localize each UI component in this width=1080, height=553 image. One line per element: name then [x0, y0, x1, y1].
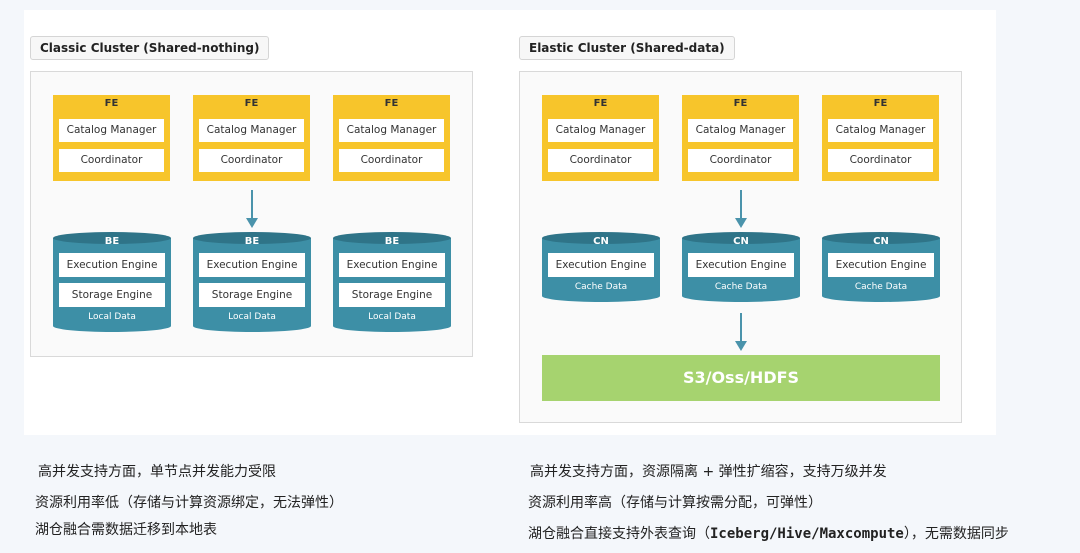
note-right-3-highlight: Iceberg/Hive/Maxcompute	[710, 526, 904, 542]
be-node: BE Execution Engine Storage Engine Local Da…	[333, 232, 451, 332]
note-right-2: 资源利用率高（存储与计算按需分配，可弹性）	[528, 495, 822, 511]
catalog-manager-box: Catalog Manager	[828, 119, 933, 142]
be-data-label: Local Data	[228, 312, 276, 322]
cn-data-label: Cache Data	[714, 282, 768, 292]
catalog-manager-box: Catalog Manager	[339, 119, 444, 142]
fe-node-label: FE	[384, 98, 399, 109]
fe-node-label: FE	[593, 98, 608, 109]
execution-engine-box: Execution Engine	[548, 253, 654, 277]
coordinator-box: Coordinator	[548, 149, 653, 172]
cn-node: CN Execution Engine Cache Data	[822, 232, 940, 302]
storage-engine-box: Storage Engine	[339, 283, 445, 307]
fe-node: FE Catalog Manager Coordinator	[542, 95, 659, 181]
note-right-3-prefix: 湖仓融合直接支持外表查询（	[528, 526, 710, 542]
cn-node-label: CN	[593, 236, 609, 247]
fe-node-label: FE	[104, 98, 119, 109]
execution-engine-box: Execution Engine	[828, 253, 934, 277]
fe-node-label: FE	[244, 98, 259, 109]
execution-engine-box: Execution Engine	[339, 253, 445, 277]
fe-node: FE Catalog Manager Coordinator	[53, 95, 170, 181]
coordinator-box: Coordinator	[828, 149, 933, 172]
fe-node: FE Catalog Manager Coordinator	[822, 95, 939, 181]
note-right-1: 高并发支持方面，资源隔离 + 弹性扩缩容，支持万级并发	[530, 464, 887, 480]
architecture-diagram: Classic Cluster (Shared-nothing) Elastic…	[0, 0, 1080, 553]
coordinator-box: Coordinator	[59, 149, 164, 172]
fe-node: FE Catalog Manager Coordinator	[193, 95, 310, 181]
execution-engine-box: Execution Engine	[59, 253, 165, 277]
fe-node: FE Catalog Manager Coordinator	[333, 95, 450, 181]
fe-node-label: FE	[873, 98, 888, 109]
cn-node-label: CN	[733, 236, 749, 247]
storage-engine-box: Storage Engine	[199, 283, 305, 307]
note-left-1: 高并发支持方面，单节点并发能力受限	[38, 464, 276, 480]
classic-cluster-title: Classic Cluster (Shared-nothing)	[30, 36, 270, 60]
coordinator-box: Coordinator	[688, 149, 793, 172]
be-data-label: Local Data	[368, 312, 416, 322]
coordinator-box: Coordinator	[339, 149, 444, 172]
be-data-label: Local Data	[88, 312, 136, 322]
execution-engine-box: Execution Engine	[688, 253, 794, 277]
catalog-manager-box: Catalog Manager	[199, 119, 304, 142]
shared-storage-box: S3/Oss/HDFS	[542, 355, 940, 401]
be-node: BE Execution Engine Storage Engine Local Da…	[193, 232, 311, 332]
be-node-label: BE	[104, 236, 120, 247]
coordinator-box: Coordinator	[199, 149, 304, 172]
cn-node: CN Execution Engine Cache Data	[682, 232, 800, 302]
note-right-3: 湖仓融合直接支持外表查询（Iceberg/Hive/Maxcompute），无需…	[528, 523, 1009, 543]
be-node-label: BE	[384, 236, 400, 247]
down-arrow-icon	[735, 313, 747, 351]
execution-engine-box: Execution Engine	[199, 253, 305, 277]
be-node-label: BE	[244, 236, 260, 247]
fe-node: FE Catalog Manager Coordinator	[682, 95, 799, 181]
note-right-3-suffix: ），无需数据同步	[903, 526, 1009, 542]
be-node: BE Execution Engine Storage Engine Local Da…	[53, 232, 171, 332]
cn-data-label: Cache Data	[854, 282, 908, 292]
down-arrow-icon	[246, 190, 258, 228]
note-left-3: 湖仓融合需数据迁移到本地表	[35, 522, 217, 538]
fe-node-label: FE	[733, 98, 748, 109]
catalog-manager-box: Catalog Manager	[548, 119, 653, 142]
catalog-manager-box: Catalog Manager	[59, 119, 164, 142]
cn-node: CN Execution Engine Cache Data	[542, 232, 660, 302]
note-left-2: 资源利用率低（存储与计算资源绑定，无法弹性）	[35, 495, 343, 511]
cn-node-label: CN	[873, 236, 889, 247]
down-arrow-icon	[735, 190, 747, 228]
elastic-cluster-title: Elastic Cluster (Shared-data)	[519, 36, 735, 60]
storage-engine-box: Storage Engine	[59, 283, 165, 307]
cn-data-label: Cache Data	[574, 282, 628, 292]
catalog-manager-box: Catalog Manager	[688, 119, 793, 142]
